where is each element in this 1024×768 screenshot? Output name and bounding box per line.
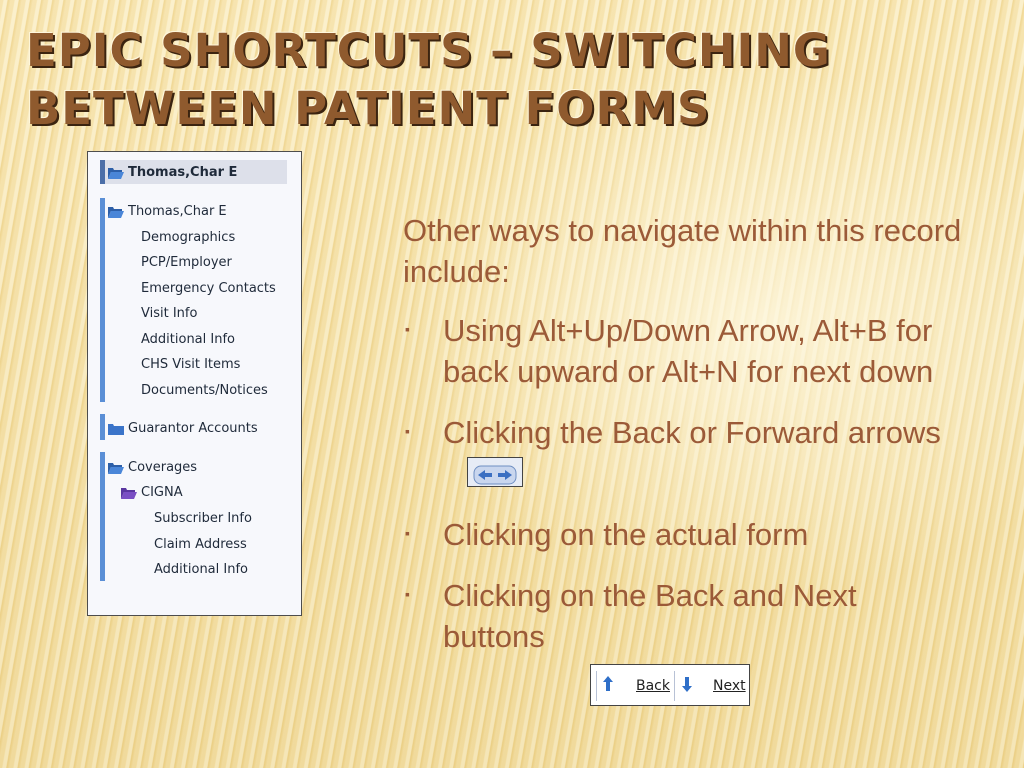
guarantor-group-bar [100,414,105,440]
coverages-node[interactable]: Coverages [108,457,197,479]
coverages-label: Coverages [128,460,198,475]
tree-item-pcp-employer[interactable]: PCP/Employer [141,252,232,274]
back-forward-arrows-button[interactable] [467,456,523,487]
open-folder-icon [108,462,124,474]
bullet-marker: ▪ [405,586,410,602]
bullet-text: Clicking the Back or Forward arrows [443,415,941,450]
tree-item-emergency-contacts[interactable]: Emergency Contacts [141,278,276,300]
bullet-marker: ▪ [405,321,410,337]
patient-node[interactable]: Thomas,Char E [108,201,227,223]
patient-tree-panel: Thomas,Char E Thomas,Char E Demographics… [87,151,302,616]
bullet-list: ▪ Using Alt+Up/Down Arrow, Alt+B for bac… [403,310,963,657]
next-button[interactable]: Next [713,675,746,697]
slide-content: Other ways to navigate within this recor… [403,210,963,677]
patient-node-label: Thomas,Char E [128,204,227,219]
bullet-item: ▪ Clicking the Back or Forward arrows [403,412,963,494]
bullet-marker: ▪ [405,423,410,439]
bullet-item: ▪ Using Alt+Up/Down Arrow, Alt+B for bac… [403,310,963,392]
tree-item-chs-visit-items[interactable]: CHS Visit Items [141,354,240,376]
coverages-group-bar [100,452,105,581]
bullet-text: Clicking on the actual form [443,517,809,552]
bullet-item: ▪ Clicking on the actual form [403,514,963,555]
intro-text: Other ways to navigate within this recor… [403,213,962,289]
patient-group-bar [100,198,105,402]
bullet-text: Using Alt+Up/Down Arrow, Alt+B for back … [443,313,934,389]
toolbar-divider [596,671,597,701]
bullet-marker: ▪ [405,525,410,541]
tree-item-documents-notices[interactable]: Documents/Notices [141,380,268,402]
tree-item-demographics[interactable]: Demographics [141,227,235,249]
guarantor-accounts-node[interactable]: Guarantor Accounts [108,418,258,440]
slide-title: Epic Shortcuts – Switching between Patie… [26,24,831,135]
tree-item-additional-info[interactable]: Additional Info [141,329,235,351]
cigna-label: CIGNA [141,485,183,500]
tree-item-visit-info[interactable]: Visit Info [141,303,197,325]
tree-item-coverage-additional-info[interactable]: Additional Info [154,559,248,581]
bullet-item: ▪ Clicking on the Back and Next buttons [403,575,963,657]
cigna-node[interactable]: CIGNA [121,482,183,504]
up-arrow-icon [603,676,613,691]
open-folder-icon [108,206,124,218]
tree-item-claim-address[interactable]: Claim Address [154,534,247,556]
selected-patient-label: Thomas,Char E [128,165,238,180]
folder-icon [108,423,124,435]
toolbar-divider [674,671,675,701]
back-next-toolbar: Back Next [590,664,750,706]
open-folder-icon [108,167,124,179]
selected-patient-row[interactable]: Thomas,Char E [108,162,237,184]
back-forward-arrows-icon [473,465,517,485]
tree-item-subscriber-info[interactable]: Subscriber Info [154,508,252,530]
down-arrow-icon [682,677,692,692]
open-folder-icon [121,487,137,499]
guarantor-accounts-label: Guarantor Accounts [128,421,258,436]
back-button[interactable]: Back [636,675,670,697]
bullet-text: Clicking on the Back and Next buttons [443,578,857,654]
